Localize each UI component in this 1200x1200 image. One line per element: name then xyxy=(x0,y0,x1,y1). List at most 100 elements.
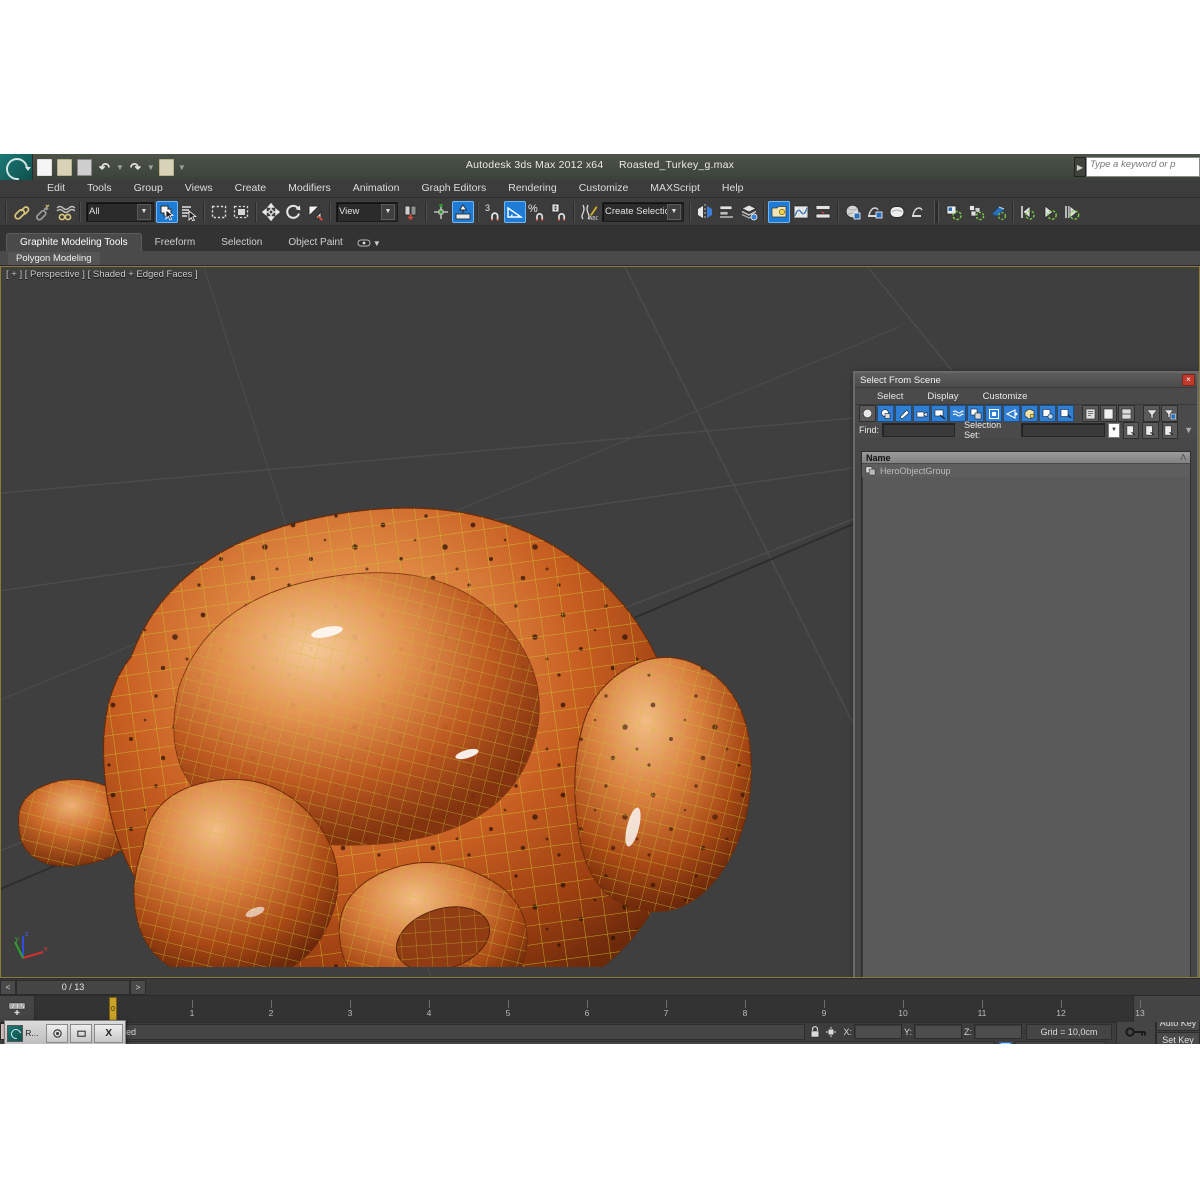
select-and-rotate-icon[interactable] xyxy=(282,201,304,223)
set-overflow-icon[interactable]: ▼ xyxy=(1184,425,1193,435)
project-folder-icon[interactable] xyxy=(943,201,965,223)
chevron-down-icon[interactable]: ▼ xyxy=(381,203,395,220)
window-crossing-icon[interactable] xyxy=(230,201,252,223)
select-and-scale-icon[interactable] xyxy=(304,201,326,223)
expand-selected-icon[interactable] xyxy=(1118,405,1135,422)
graphite-modeling-tools-toggle-icon[interactable] xyxy=(768,200,790,223)
search-input[interactable]: Type a keyword or p xyxy=(1086,157,1200,177)
list-item[interactable]: HeroObjectGroup xyxy=(862,464,1190,477)
dialog-title-bar[interactable]: Select From Scene × xyxy=(855,373,1197,388)
display-cameras-icon[interactable] xyxy=(913,405,930,422)
menu-item-tools[interactable]: Tools xyxy=(76,180,123,197)
menu-item-rendering[interactable]: Rendering xyxy=(497,180,567,197)
menu-item-views[interactable]: Views xyxy=(174,180,224,197)
lock-selection-icon[interactable] xyxy=(807,1025,823,1038)
display-children-icon[interactable] xyxy=(1021,405,1038,422)
collapse-all-icon[interactable] xyxy=(1100,405,1117,422)
render-in-cloud-icon[interactable] xyxy=(1061,201,1083,223)
rendered-frame-window-icon[interactable] xyxy=(886,201,908,223)
select-set-icon[interactable] xyxy=(1122,421,1140,439)
sort-indicator-icon[interactable]: Λ xyxy=(1181,453,1186,462)
close-icon[interactable]: X xyxy=(94,1023,123,1043)
mini-window[interactable]: R... X xyxy=(4,1020,126,1044)
select-by-name-icon[interactable] xyxy=(178,201,200,223)
unlink-selection-icon[interactable] xyxy=(32,201,54,223)
selection-set-input[interactable] xyxy=(1020,423,1106,437)
edit-named-selection-sets-icon[interactable]: ABC xyxy=(578,201,600,223)
select-and-manipulate-icon[interactable] xyxy=(430,201,452,223)
z-input[interactable] xyxy=(974,1024,1022,1039)
chevron-down-icon[interactable]: ▼ xyxy=(667,203,681,220)
set-key-button[interactable]: Set Key xyxy=(1156,1032,1200,1044)
mirror-icon[interactable] xyxy=(694,201,716,223)
dialog-menu-display[interactable]: Display xyxy=(915,391,970,402)
find-input[interactable] xyxy=(882,423,956,437)
menu-item-modifiers[interactable]: Modifiers xyxy=(277,180,342,197)
advanced-filter-icon[interactable] xyxy=(1161,405,1178,422)
dialog-menu-customize[interactable]: Customize xyxy=(971,391,1040,402)
y-input[interactable] xyxy=(914,1024,962,1039)
roasted-turkey-model[interactable] xyxy=(11,327,831,967)
spinner-snap-toggle-icon[interactable] xyxy=(548,201,570,223)
menu-item-animation[interactable]: Animation xyxy=(342,180,411,197)
scene-object-list[interactable]: Name Λ HeroObjectGroup xyxy=(861,451,1191,977)
scene-explorer-icon[interactable] xyxy=(965,201,987,223)
open-mini-curve-editor-icon[interactable] xyxy=(0,996,35,1022)
containers-icon[interactable] xyxy=(987,201,1009,223)
x-input[interactable] xyxy=(853,1024,902,1039)
select-and-move-icon[interactable] xyxy=(260,201,282,223)
add-to-set-icon[interactable] xyxy=(1142,421,1159,439)
bind-to-space-warp-icon[interactable] xyxy=(54,201,76,223)
render-activeshade-icon[interactable] xyxy=(1039,201,1061,223)
info-center-expand-icon[interactable]: ▶ xyxy=(1074,157,1086,177)
reference-coordinate-system-combo[interactable]: View ▼ xyxy=(336,201,398,222)
perspective-viewport[interactable]: [ + ] [ Perspective ] [ Shaded + Edged F… xyxy=(0,266,1200,978)
select-from-scene-dialog[interactable]: Select From Scene × Select Display Custo… xyxy=(853,371,1199,977)
absolute-relative-transform-icon[interactable] xyxy=(823,1026,839,1038)
ribbon-options-icon[interactable]: ▼ xyxy=(356,235,382,251)
dialog-menu-select[interactable]: Select xyxy=(865,391,915,402)
display-shapes-icon[interactable] xyxy=(877,405,894,422)
chevron-down-icon[interactable]: ▼ xyxy=(1108,422,1120,438)
named-selection-sets-combo[interactable]: Create Selection Se ▼ xyxy=(602,201,684,222)
menu-item-create[interactable]: Create xyxy=(224,180,278,197)
column-header-name[interactable]: Name Λ xyxy=(862,452,1190,464)
minimize-icon[interactable] xyxy=(46,1023,69,1043)
tab-object-paint[interactable]: Object Paint xyxy=(275,235,355,251)
chevron-down-icon[interactable]: ▼ xyxy=(137,203,151,220)
menu-item-customize[interactable]: Customize xyxy=(568,180,640,197)
menu-item-group[interactable]: Group xyxy=(123,180,174,197)
menu-item-edit[interactable]: Edit xyxy=(36,180,76,197)
display-lights-icon[interactable] xyxy=(895,405,912,422)
snaps-toggle-icon[interactable] xyxy=(452,200,474,223)
align-icon[interactable] xyxy=(716,201,738,223)
menu-item-help[interactable]: Help xyxy=(711,180,755,197)
close-icon[interactable]: × xyxy=(1182,374,1195,386)
use-pivot-point-center-icon[interactable] xyxy=(400,201,422,223)
layer-manager-icon[interactable] xyxy=(738,201,760,223)
maximize-icon[interactable] xyxy=(70,1023,93,1043)
schematic-view-icon[interactable] xyxy=(812,201,834,223)
tab-selection[interactable]: Selection xyxy=(208,235,275,251)
ribbon-panel-polygon-modeling[interactable]: Polygon Modeling xyxy=(8,251,100,265)
menu-item-maxscript[interactable]: MAXScript xyxy=(639,180,711,197)
material-editor-icon[interactable] xyxy=(842,201,864,223)
curve-editor-icon[interactable] xyxy=(790,201,812,223)
track-bar-ruler[interactable]: 0 1 2 3 4 5 6 7 8 9 10 11 12 13 xyxy=(35,996,1145,1023)
expand-all-icon[interactable] xyxy=(1082,405,1099,422)
render-production-icon[interactable] xyxy=(908,201,930,223)
previous-frame-button[interactable]: < xyxy=(0,979,16,995)
display-helpers-icon[interactable] xyxy=(931,405,948,422)
track-bar[interactable]: 0 1 2 3 4 5 6 7 8 9 10 11 12 13 xyxy=(0,995,1200,1023)
display-influences-icon[interactable] xyxy=(1039,405,1056,422)
tab-freeform[interactable]: Freeform xyxy=(142,235,209,251)
remove-from-set-icon[interactable] xyxy=(1161,421,1179,439)
menu-item-graph-editors[interactable]: Graph Editors xyxy=(410,180,497,197)
percent-snap-toggle-icon[interactable]: % xyxy=(526,201,548,223)
add-time-tag-label[interactable]: Add Time Tag xyxy=(1015,1040,1106,1044)
display-geometry-icon[interactable] xyxy=(859,405,876,422)
tab-graphite-modeling-tools[interactable]: Graphite Modeling Tools xyxy=(6,233,142,251)
display-frozen-icon[interactable] xyxy=(1057,405,1074,422)
select-object-icon[interactable] xyxy=(156,200,178,223)
select-and-link-icon[interactable] xyxy=(10,201,32,223)
